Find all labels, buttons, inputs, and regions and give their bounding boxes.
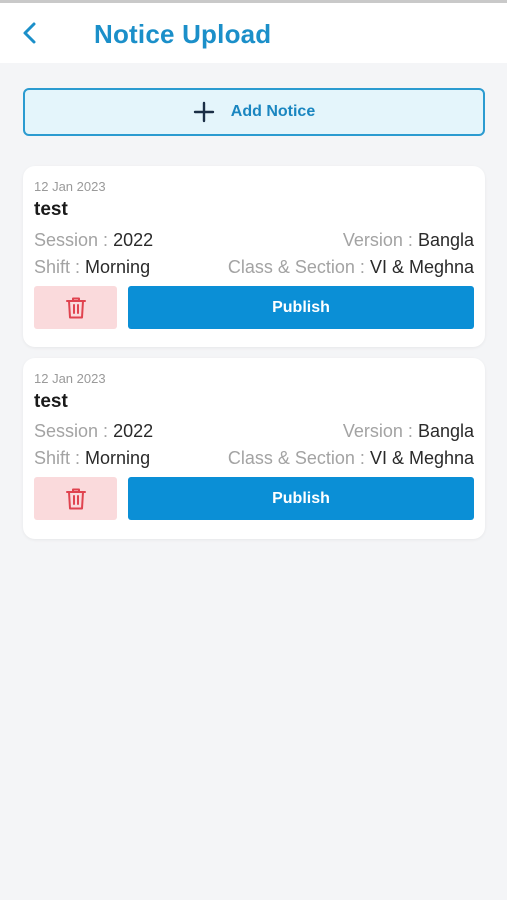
version-label: Version : — [342, 421, 413, 441]
delete-button[interactable] — [34, 477, 117, 520]
session-value: 2022 — [113, 230, 154, 250]
shift-class-row: Shift : Morning Class & Section : VI & M… — [34, 448, 474, 470]
version-value: Bangla — [417, 230, 474, 250]
session-value: 2022 — [113, 421, 154, 441]
session-label: Session : — [34, 421, 109, 441]
session-label: Session : — [34, 230, 109, 250]
delete-button[interactable] — [34, 286, 117, 329]
notice-date: 12 Jan 2023 — [34, 371, 106, 386]
class-section-label: Class & Section : — [227, 448, 365, 468]
trash-icon — [65, 488, 86, 509]
version-label: Version : — [342, 230, 413, 250]
back-button[interactable] — [14, 17, 46, 49]
add-notice-label: Add Notice — [230, 103, 316, 120]
publish-button[interactable]: Publish — [128, 477, 474, 520]
class-section-value: VI & Meghna — [369, 257, 474, 277]
notice-title: test — [34, 391, 68, 412]
class-section-value: VI & Meghna — [369, 448, 474, 468]
app-header: Notice Upload — [0, 3, 507, 63]
trash-icon — [65, 297, 86, 318]
version-value: Bangla — [417, 421, 474, 441]
notice-card: 12 Jan 2023 test Session : 2022 Version … — [23, 166, 485, 347]
shift-label: Shift : — [34, 257, 81, 277]
session-version-row: Session : 2022 Version : Bangla — [34, 421, 474, 443]
notice-date: 12 Jan 2023 — [34, 179, 106, 194]
shift-label: Shift : — [34, 448, 81, 468]
notice-card: 12 Jan 2023 test Session : 2022 Version … — [23, 358, 485, 539]
session-version-row: Session : 2022 Version : Bangla — [34, 230, 474, 252]
shift-value: Morning — [85, 448, 151, 468]
shift-class-row: Shift : Morning Class & Section : VI & M… — [34, 257, 474, 279]
shift-value: Morning — [85, 257, 151, 277]
publish-button[interactable]: Publish — [128, 286, 474, 329]
chevron-left-icon — [23, 22, 36, 44]
add-notice-button[interactable]: Add Notice — [23, 88, 485, 136]
notice-title: test — [34, 199, 68, 220]
page-title: Notice Upload — [94, 19, 272, 49]
plus-icon — [193, 101, 214, 123]
class-section-label: Class & Section : — [227, 257, 365, 277]
